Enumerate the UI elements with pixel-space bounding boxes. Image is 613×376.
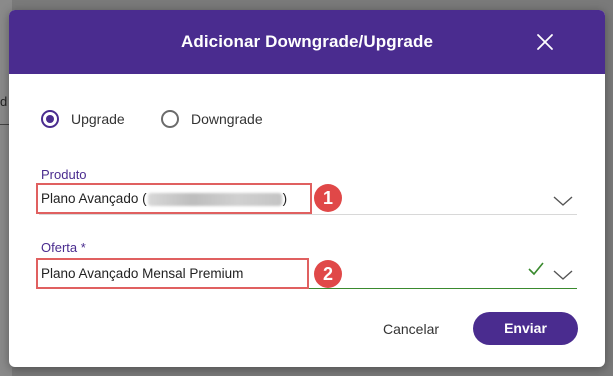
- radio-upgrade[interactable]: Upgrade: [41, 110, 125, 128]
- chevron-down-icon[interactable]: [553, 194, 573, 206]
- cancel-button[interactable]: Cancelar: [369, 313, 453, 345]
- produto-underline: [39, 214, 577, 215]
- radio-unchecked-icon[interactable]: [161, 110, 179, 128]
- produto-label: Produto: [41, 167, 87, 182]
- submit-button[interactable]: Enviar: [473, 312, 578, 345]
- dialog-header: Adicionar Downgrade/Upgrade: [9, 10, 605, 74]
- upgrade-dialog: Adicionar Downgrade/Upgrade Upgrade Down…: [9, 10, 605, 367]
- background-text: d: [0, 94, 8, 109]
- oferta-label: Oferta *: [41, 240, 86, 255]
- annotation-badge-1: 1: [314, 184, 342, 212]
- chevron-down-icon[interactable]: [553, 268, 573, 280]
- radio-label-downgrade: Downgrade: [191, 111, 263, 127]
- radio-checked-icon[interactable]: [41, 110, 59, 128]
- annotation-highlight-oferta: [36, 258, 309, 289]
- annotation-highlight-produto: [36, 183, 312, 214]
- close-icon[interactable]: [535, 32, 555, 52]
- check-icon: [528, 262, 544, 276]
- annotation-badge-2: 2: [314, 260, 342, 288]
- radio-label-upgrade: Upgrade: [71, 111, 125, 127]
- radio-downgrade[interactable]: Downgrade: [161, 110, 263, 128]
- dialog-title: Adicionar Downgrade/Upgrade: [180, 32, 434, 51]
